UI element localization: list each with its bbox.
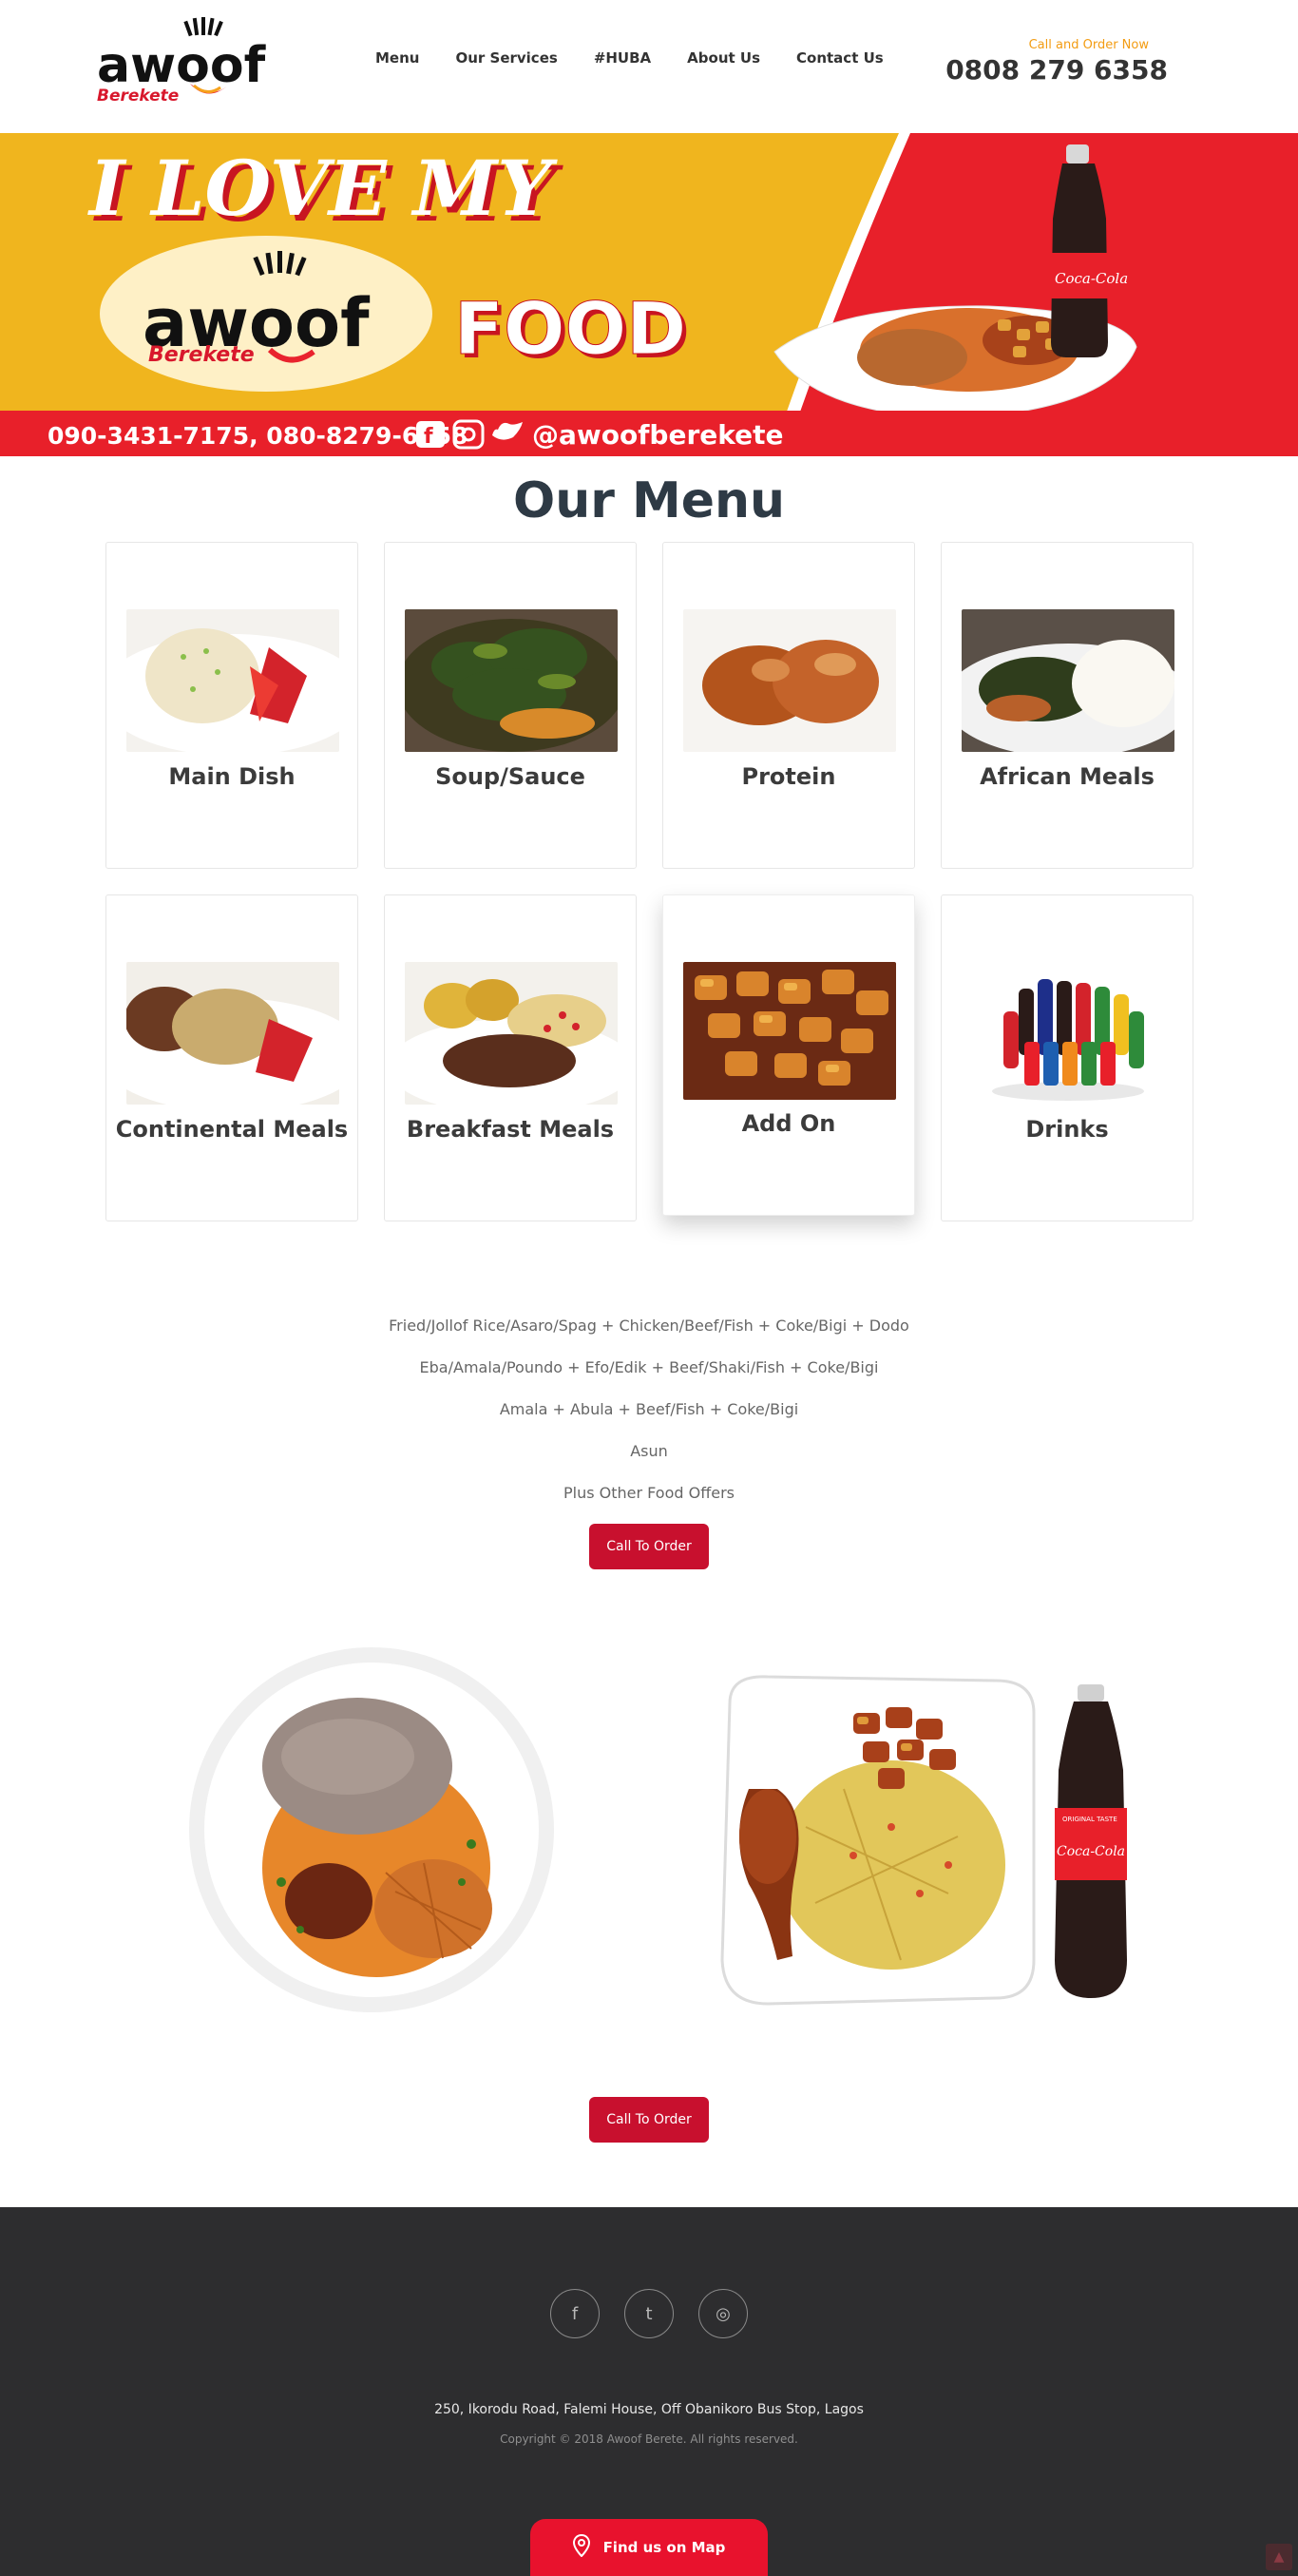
nav-menu[interactable]: Menu xyxy=(375,49,419,67)
jollof-coke-combo-photo: ORIGINAL TASTE Coca-Cola xyxy=(711,1675,1157,2009)
call-label: Call and Order Now xyxy=(1028,38,1149,52)
instagram-icon[interactable]: ◎ xyxy=(698,2289,748,2338)
call-number[interactable]: 0808 279 6358 xyxy=(945,54,1168,86)
banner-logo-sub: Berekete xyxy=(148,343,255,367)
call-block: Call and Order Now 0808 279 6358 xyxy=(945,38,1168,86)
nav-contact-us[interactable]: Contact Us xyxy=(796,49,884,67)
menu-card-label: Protein xyxy=(741,763,836,790)
site-header: awoof Berekete Menu Our Services #HUBA A… xyxy=(0,0,1298,133)
menu-card-label: Continental Meals xyxy=(115,1116,349,1143)
map-pin-icon xyxy=(572,2533,590,2561)
menu-card-add-on[interactable]: Add On xyxy=(662,894,915,1216)
facebook-icon[interactable]: f xyxy=(550,2289,600,2338)
offer-line: Fried/Jollof Rice/Asaro/Spag + Chicken/B… xyxy=(389,1317,909,1335)
nav-huba[interactable]: #HUBA xyxy=(594,49,651,67)
svg-text:awoof: awoof xyxy=(97,37,267,94)
offer-line: Asun xyxy=(630,1442,668,1460)
amala-plate-photo xyxy=(186,1644,557,2019)
banner-bottle-brand: Coca-Cola xyxy=(1055,270,1128,287)
fried-chicken-photo xyxy=(683,609,896,752)
footer-address: 250, Ikorodu Road, Falemi House, Off Oba… xyxy=(434,2402,864,2417)
call-to-order-button[interactable]: Call To Order xyxy=(589,1524,709,1569)
menu-card-label: Breakfast Meals xyxy=(406,1116,615,1143)
menu-card-african-meals[interactable]: African Meals xyxy=(941,542,1193,869)
menu-card-continental-meals[interactable]: Continental Meals xyxy=(105,894,358,1221)
menu-card-protein[interactable]: Protein xyxy=(662,542,915,869)
twitter-icon[interactable]: t xyxy=(624,2289,674,2338)
banner-handle: @awoofberekete xyxy=(532,419,783,451)
vegetable-soup-photo xyxy=(405,609,618,752)
menu-card-label: Main Dish xyxy=(168,763,296,790)
bottle-tag: ORIGINAL TASTE xyxy=(1062,1816,1117,1823)
nav-about-us[interactable]: About Us xyxy=(687,49,760,67)
soft-drinks-photo xyxy=(962,962,1174,1105)
menu-card-main-dish[interactable]: Main Dish xyxy=(105,542,358,869)
menu-card-label: Drinks xyxy=(1025,1116,1109,1143)
banner-food-word: FOOD xyxy=(454,286,686,371)
bottle-brand: Coca-Cola xyxy=(1057,1844,1125,1859)
map-button-label: Find us on Map xyxy=(602,2539,726,2556)
offer-line: Plus Other Food Offers xyxy=(563,1484,735,1502)
banner-headline: I LOVE MY xyxy=(87,144,558,233)
svg-text:Berekete: Berekete xyxy=(97,87,179,106)
menu-card-breakfast-meals[interactable]: Breakfast Meals xyxy=(384,894,637,1221)
site-logo[interactable]: awoof Berekete xyxy=(95,15,276,106)
nav-our-services[interactable]: Our Services xyxy=(455,49,557,67)
dodo-photo xyxy=(683,962,896,1100)
offer-line: Amala + Abula + Beef/Fish + Coke/Bigi xyxy=(499,1400,799,1418)
main-nav: Menu Our Services #HUBA About Us Contact… xyxy=(375,49,920,67)
menu-card-label: Add On xyxy=(741,1110,836,1137)
scroll-to-top-icon[interactable]: ▲ xyxy=(1266,2544,1292,2570)
svg-text:f: f xyxy=(424,425,433,449)
menu-card-drinks[interactable]: Drinks xyxy=(941,894,1193,1221)
footer-copyright: Copyright © 2018 Awoof Berete. All right… xyxy=(500,2432,798,2446)
swallow-soup-photo xyxy=(962,609,1174,752)
find-us-on-map-button[interactable]: Find us on Map xyxy=(530,2519,768,2576)
offer-line: Eba/Amala/Poundo + Efo/Edik + Beef/Shaki… xyxy=(419,1358,879,1376)
menu-card-soup-sauce[interactable]: Soup/Sauce xyxy=(384,542,637,869)
hero-banner[interactable]: I LOVE MY I LOVE MY awoof Berekete FOOD … xyxy=(0,133,1298,456)
menu-card-label: African Meals xyxy=(980,763,1155,790)
menu-section-title: Our Menu xyxy=(512,472,786,529)
call-to-order-button-bottom[interactable]: Call To Order xyxy=(589,2097,709,2143)
rice-plate-photo xyxy=(126,609,339,752)
yam-egg-photo xyxy=(405,962,618,1105)
site-footer: f t ◎ 250, Ikorodu Road, Falemi House, O… xyxy=(0,2207,1298,2576)
offers-list: Fried/Jollof Rice/Asaro/Spag + Chicken/B… xyxy=(0,1317,1298,1526)
fried-rice-chicken-photo xyxy=(126,962,339,1105)
menu-card-label: Soup/Sauce xyxy=(435,763,585,790)
banner-phones: 090-3431-7175, 080-8279-6358 xyxy=(48,422,468,450)
